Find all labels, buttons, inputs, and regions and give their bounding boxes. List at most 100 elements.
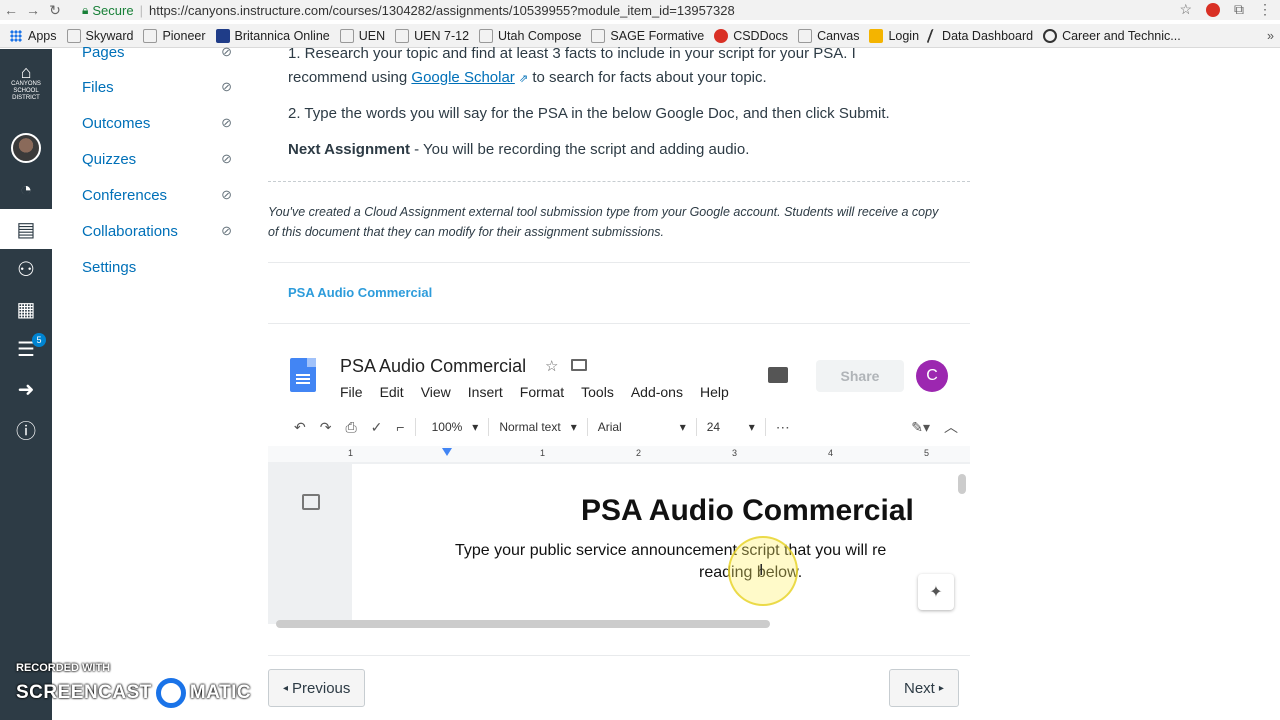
font-size-select[interactable]: 24 ▾ [707,420,755,434]
document-outline-icon[interactable] [302,494,320,510]
account-avatar[interactable]: C [916,360,948,392]
folder-icon[interactable] [571,359,587,371]
share-button[interactable]: Share [816,360,904,392]
bookmark-career[interactable]: Career and Technic... [1043,28,1181,43]
bookmark-label: Utah Compose [498,28,582,43]
courses-icon[interactable]: ▤ [0,209,52,249]
course-nav-pages[interactable]: Pages ⊘ [82,40,232,64]
menu-edit[interactable]: Edit [380,384,404,400]
menu-insert[interactable]: Insert [468,384,503,400]
calendar-icon[interactable]: ▦ [0,289,52,329]
comment-icon[interactable] [768,367,788,383]
zoom-value: 100% [431,420,463,434]
vertical-scrollbar[interactable] [958,474,966,494]
collapse-icon[interactable]: ︿ [944,417,958,437]
editing-mode-icon[interactable]: ✎▾ [911,419,930,436]
bookmark-label: Canvas [817,28,860,43]
url-field[interactable]: https://canyons.instructure.com/courses/… [149,3,735,18]
google-docs-icon[interactable] [290,358,316,392]
indent-marker-icon[interactable] [442,448,452,456]
zoom-select[interactable]: 100% ▾ [432,420,479,434]
menu-file[interactable]: File [340,384,363,400]
doc-toolbar: ↶ ↷ ⎙ ✓ ⌐ 100% ▾ Normal text ▾ Arial ▾ 24 ▾ … [268,412,970,442]
next-assignment-label: Next Assignment [288,141,410,158]
menu-help[interactable]: Help [700,384,729,400]
bookmark-label: Login [888,28,920,43]
bookmark-data-dashboard[interactable]: Data Dashboard [926,28,1033,43]
commons-icon[interactable]: ➜ [0,369,52,409]
ruler-tick: 4 [828,448,834,458]
course-nav-settings[interactable]: Settings [82,255,232,279]
style-select[interactable]: Normal text ▾ [499,420,576,434]
next-button[interactable]: Next ▸ [889,669,959,707]
print-icon[interactable]: ⎙ [345,419,356,436]
paint-format-icon[interactable]: ⌐ [396,419,404,435]
account-nav[interactable] [0,128,52,168]
bookmark-uen-7-12[interactable]: UEN 7-12 [395,28,469,43]
more-icon[interactable]: ⋯ [776,419,790,436]
watermark-text: SCREENCAST [16,682,152,703]
page-icon [479,28,494,43]
help-icon[interactable]: ⓘ [0,409,52,449]
caret-right-icon: ▸ [938,682,944,694]
star-icon[interactable]: ☆ [545,357,558,375]
cloud-icon [798,28,813,43]
previous-button[interactable]: ◂ Previous [268,669,366,707]
menu-format[interactable]: Format [520,384,564,400]
bookmark-uen[interactable]: UEN [339,28,385,43]
course-nav-outcomes[interactable]: Outcomes ⊘ [82,111,232,135]
bookmark-britannica[interactable]: Britannica Online [215,28,330,43]
course-nav-conferences[interactable]: Conferences ⊘ [82,183,232,207]
extension-icon-2[interactable]: ⧉ [1234,1,1244,18]
district-logo[interactable]: ⌂ CANYONS SCHOOL DISTRICT [4,63,48,102]
reload-icon[interactable]: ↻ [44,2,66,19]
bookmark-utah-compose[interactable]: Utah Compose [479,28,582,43]
doc-page[interactable]: PSA Audio Commercial Type your public se… [352,464,970,624]
bookmark-star-icon[interactable]: ☆ [1179,1,1192,18]
step-1-line-a: 1. Research your topic and find at least… [288,45,856,62]
bookmark-sage[interactable]: SAGE Formative [591,28,704,43]
dashboard-icon[interactable]: ◔ [0,170,52,210]
menu-tools[interactable]: Tools [581,384,614,400]
page-icon [339,28,354,43]
bookmark-apps[interactable]: Apps [10,29,57,43]
divider [586,418,588,436]
logo-mark-icon: ⌂ [20,62,32,82]
undo-icon[interactable]: ↶ [294,419,306,436]
doc-title[interactable]: PSA Audio Commercial [340,356,526,377]
nav-label: Collaborations [82,222,178,240]
bookmark-login[interactable]: Login [869,28,920,43]
ruler-tick: 2 [636,448,642,458]
inbox-icon[interactable]: ☰ 5 [0,329,52,369]
menu-addons[interactable]: Add-ons [631,384,683,400]
menu-view[interactable]: View [421,384,451,400]
forward-icon[interactable]: → [22,2,44,18]
course-nav-collaborations[interactable]: Collaborations ⊘ [82,219,232,243]
doc-heading[interactable]: PSA Audio Commercial [581,494,914,528]
caret-left-icon: ◂ [283,682,289,694]
more-bookmarks-icon[interactable]: » [1267,29,1274,43]
spellcheck-icon[interactable]: ✓ [371,419,383,436]
font-select[interactable]: Arial ▾ [598,420,686,434]
menu-kebab-icon[interactable]: ⋮ [1258,1,1272,18]
horizontal-scrollbar[interactable] [276,620,770,628]
redo-icon[interactable]: ↷ [320,419,332,436]
google-scholar-link[interactable]: Google Scholar [411,69,514,86]
extension-icon[interactable] [1206,2,1220,17]
course-nav-files[interactable]: Files ⊘ [82,75,232,99]
external-tool-title[interactable]: PSA Audio Commercial [288,285,432,300]
back-icon[interactable]: ← [0,2,22,18]
doc-body-line-1[interactable]: Type your public service announcement sc… [455,538,886,564]
screencast-watermark: RECORDED WITH SCREENCAST MATIC [16,662,251,708]
watermark-line-1: RECORDED WITH [16,662,111,674]
groups-icon[interactable]: ⚇ [0,249,52,289]
lock-icon: 🔒︎ [82,2,89,17]
explore-icon[interactable]: ✦ [918,574,954,610]
bookmark-csddocs[interactable]: CSDDocs [714,28,788,43]
cloud-assignment-note: You've created a Cloud Assignment extern… [268,205,939,239]
bookmark-canvas[interactable]: Canvas [798,28,860,43]
divider [764,418,766,436]
nav-label: Files [82,78,114,96]
course-nav-quizzes[interactable]: Quizzes ⊘ [82,147,232,171]
ruler-tick: 1 [540,448,546,458]
